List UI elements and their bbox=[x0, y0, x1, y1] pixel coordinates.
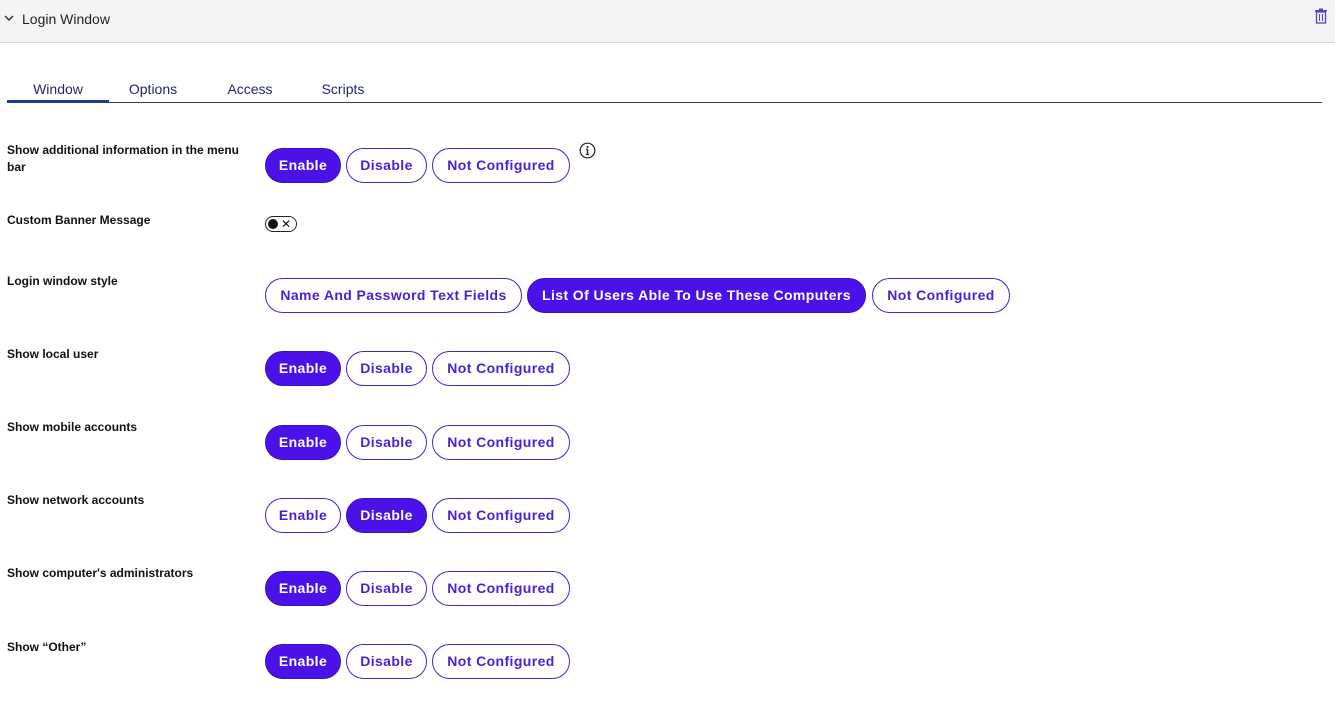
other-label: Show “Other” bbox=[7, 640, 87, 654]
login-style-not-configured-button[interactable]: Not Configured bbox=[872, 278, 1010, 313]
mobile-accounts-enable-button[interactable]: Enable bbox=[265, 425, 341, 460]
network-accounts-disable-button[interactable]: Disable bbox=[346, 498, 427, 533]
chevron-down-icon[interactable] bbox=[3, 12, 15, 24]
tab-bar: Window Options Access Scripts bbox=[7, 78, 1322, 103]
local-user-not-configured-button[interactable]: Not Configured bbox=[432, 351, 570, 386]
tab-window[interactable]: Window bbox=[7, 81, 109, 103]
info-icon[interactable] bbox=[579, 142, 596, 159]
administrators-disable-button[interactable]: Disable bbox=[346, 571, 427, 606]
menu-bar-info-label: Show additional information in the menu … bbox=[7, 143, 239, 174]
login-style-list-users-button[interactable]: List Of Users Able To Use These Computer… bbox=[527, 278, 866, 313]
trash-icon[interactable] bbox=[1314, 8, 1328, 24]
local-user-disable-button[interactable]: Disable bbox=[346, 351, 427, 386]
close-icon: ✕ bbox=[281, 217, 292, 231]
administrators-enable-button[interactable]: Enable bbox=[265, 571, 341, 606]
section-title: Login Window bbox=[22, 11, 110, 27]
section-header[interactable]: Login Window bbox=[0, 0, 1335, 43]
toggle-knob bbox=[268, 219, 278, 229]
custom-banner-label: Custom Banner Message bbox=[7, 213, 151, 227]
administrators-label: Show computer's administrators bbox=[7, 566, 194, 580]
login-style-name-password-button[interactable]: Name And Password Text Fields bbox=[265, 278, 522, 313]
tab-options[interactable]: Options bbox=[119, 81, 187, 103]
custom-banner-toggle[interactable]: ✕ bbox=[265, 216, 297, 232]
mobile-accounts-label: Show mobile accounts bbox=[7, 420, 138, 434]
other-not-configured-button[interactable]: Not Configured bbox=[432, 644, 570, 679]
network-accounts-label: Show network accounts bbox=[7, 493, 145, 507]
network-accounts-not-configured-button[interactable]: Not Configured bbox=[432, 498, 570, 533]
mobile-accounts-not-configured-button[interactable]: Not Configured bbox=[432, 425, 570, 460]
menu-bar-info-enable-button[interactable]: Enable bbox=[265, 148, 341, 183]
menu-bar-info-disable-button[interactable]: Disable bbox=[346, 148, 427, 183]
login-style-label: Login window style bbox=[7, 274, 118, 288]
other-disable-button[interactable]: Disable bbox=[346, 644, 427, 679]
tab-access[interactable]: Access bbox=[219, 81, 281, 103]
local-user-enable-button[interactable]: Enable bbox=[265, 351, 341, 386]
other-enable-button[interactable]: Enable bbox=[265, 644, 341, 679]
tab-scripts[interactable]: Scripts bbox=[313, 81, 373, 103]
mobile-accounts-disable-button[interactable]: Disable bbox=[346, 425, 427, 460]
local-user-label: Show local user bbox=[7, 347, 99, 361]
administrators-not-configured-button[interactable]: Not Configured bbox=[432, 571, 570, 606]
menu-bar-info-not-configured-button[interactable]: Not Configured bbox=[432, 148, 570, 183]
network-accounts-enable-button[interactable]: Enable bbox=[265, 498, 341, 533]
